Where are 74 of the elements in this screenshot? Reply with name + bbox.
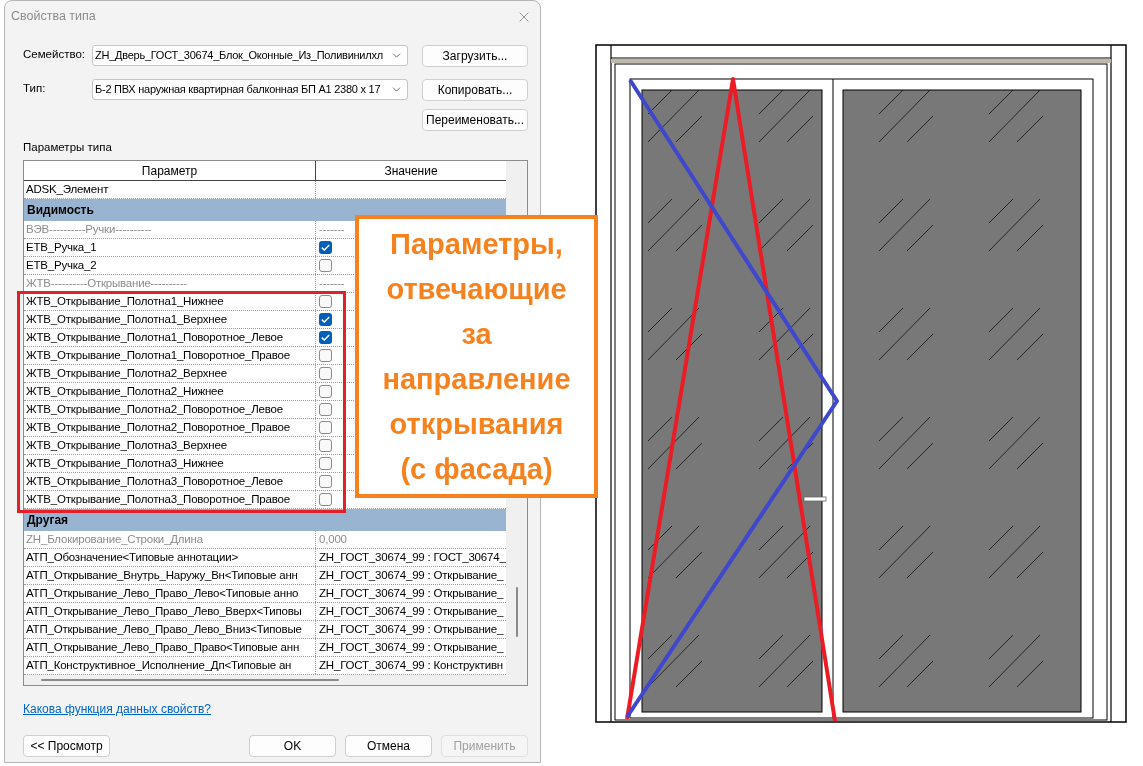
table-cell-text: ЖТВ_Открывание_Полотна3_Нижнее xyxy=(26,455,224,471)
field-label: Семейство: xyxy=(23,47,86,63)
table-cell-text: ЖТВ_Открывание_Полотна1_Поворотное_Правое xyxy=(26,347,290,363)
section-title: Параметры типа xyxy=(23,140,112,154)
checkbox[interactable] xyxy=(319,349,332,362)
checkbox[interactable] xyxy=(319,493,332,506)
table-cell-text: ЕТВ_Ручка_2 xyxy=(26,257,97,273)
table-cell-text: ЖТВ_Открывание_Полотна1_Нижнее xyxy=(26,293,224,309)
table-cell-text: АТП_Конструктивное_Исполнение_Дп<Типовые ан xyxy=(26,657,292,673)
table-cell-text: ЖТВ_Открывание_Полотна3_Верхнее xyxy=(26,437,227,453)
table-cell-text: ZH_ГОСТ_30674_99 : Конструктивн xyxy=(319,657,503,673)
rename-button[interactable]: Переименовать... xyxy=(422,109,528,131)
checkbox[interactable] xyxy=(319,403,332,416)
table-cell-text: ZH_ГОСТ_30674_99 : Открывание_ xyxy=(319,621,504,637)
checkbox[interactable] xyxy=(319,313,332,326)
checkmark-icon xyxy=(321,244,330,251)
checkmark-icon xyxy=(321,334,330,341)
preview-button[interactable]: << Просмотр xyxy=(23,735,110,757)
table-cell-text: ЖТВ_Открывание_Полотна3_Поворотное_Правое xyxy=(26,491,290,507)
scrollbar-thumb[interactable] xyxy=(515,587,518,637)
table-cell-text: АТП_Открывание_Лево_Право_Лево_Вверх<Типовы xyxy=(26,603,302,619)
window-title: Свойства типа xyxy=(11,8,96,26)
table-cell-text: ЖТВ_Открывание_Полотна1_Поворотное_Левое xyxy=(26,329,283,345)
checkbox[interactable] xyxy=(319,295,332,308)
table-cell-text: ZH_ГОСТ_30674_99 : Открывание_ xyxy=(319,603,504,619)
checkbox[interactable] xyxy=(319,439,332,452)
table-cell-text: ZH_ГОСТ_30674_99 : Открывание_ xyxy=(319,585,504,601)
column-header[interactable]: Параметр xyxy=(24,161,316,180)
table-cell-text: АТП_Открывание_Лево_Право_Лево<Типовые анно xyxy=(26,585,299,601)
checkbox[interactable] xyxy=(319,457,332,470)
load-button[interactable]: Загрузить... xyxy=(422,45,528,67)
table-cell-text: ZH_Блокирование_Строки_Длина xyxy=(26,531,203,547)
field-label: Тип: xyxy=(23,81,47,97)
ok-button[interactable]: OK xyxy=(249,735,336,757)
column-header[interactable]: Значение xyxy=(316,161,506,180)
group-title: Другая xyxy=(27,512,69,529)
group-band[interactable]: Другая xyxy=(24,509,506,531)
checkbox[interactable] xyxy=(319,475,332,488)
table-cell-text: ЖТВ_Открывание_Полотна2_Верхнее xyxy=(26,365,227,381)
callout-text: Параметры, отвечающие за направление открывания (с фасада) xyxy=(382,226,571,487)
checkbox[interactable] xyxy=(319,367,332,380)
copy-button[interactable]: Копировать... xyxy=(422,79,528,101)
table-cell-text: АТП_Открывание_Лево_Право_Право<Типовые анн xyxy=(26,639,300,655)
table-cell-text: ВЭВ----------Ручки---------- xyxy=(26,221,152,237)
table-cell-text: ЖТВ_Открывание_Полотна2_Нижнее xyxy=(26,383,224,399)
table-cell-text: ------- xyxy=(319,221,345,237)
group-title: Видимость xyxy=(27,202,94,219)
group-band[interactable]: Видимость xyxy=(24,199,506,221)
table-cell-text: ЕТВ_Ручка_1 xyxy=(26,239,97,255)
table-cell-text: АТП_Открывание_Внутрь_Наружу_Вн<Типовые анн xyxy=(26,567,298,583)
family-dropdown[interactable]: ZH_Дверь_ГОСТ_30674_Блок_Оконные_Из_Поливинилхл xyxy=(92,44,408,66)
table-cell-text: АТП_Открывание_Лево_Право_Лево_Вниз<Типовые xyxy=(26,621,302,637)
table-cell-text: ЖТВ----------Открывание---------- xyxy=(26,275,187,291)
cancel-button[interactable]: Отмена xyxy=(345,735,432,757)
table-cell-text: ADSK_Элемент xyxy=(26,181,109,197)
table-cell-text: ЖТВ_Открывание_Полотна3_Поворотное_Левое xyxy=(26,473,283,489)
table-cell-text: ZH_ГОСТ_30674_99 : Открывание_ xyxy=(319,639,504,655)
table-cell-text: АТП_Обозначение<Типовые аннотации> xyxy=(26,549,238,565)
help-link[interactable]: Какова функция данных свойств? xyxy=(23,702,212,716)
table-cell-text: ЖТВ_Открывание_Полотна1_Верхнее xyxy=(26,311,227,327)
checkbox[interactable] xyxy=(319,385,332,398)
checkbox[interactable] xyxy=(319,331,332,344)
table-cell-text: ZH_ГОСТ_30674_99 : Открывание_ xyxy=(319,567,504,583)
checkbox[interactable] xyxy=(319,241,332,254)
checkmark-icon xyxy=(321,316,330,323)
table-cell-text: 0,000 xyxy=(319,531,347,547)
table-cell-text: ЖТВ_Открывание_Полотна2_Поворотное_Правое xyxy=(26,419,290,435)
table-cell-text: ------- xyxy=(319,275,345,291)
checkbox[interactable] xyxy=(319,421,332,434)
checkbox[interactable] xyxy=(319,259,332,272)
table-cell-text: ЖТВ_Открывание_Полотна2_Поворотное_Левое xyxy=(26,401,283,417)
type-dropdown[interactable]: Б-2 ПВХ наружная квартирная балконная БП А1 2380 x 17 xyxy=(92,78,408,100)
table-cell-text: ZH_ГОСТ_30674_99 : ГОСТ_30674_ xyxy=(319,549,506,565)
scrollbar-thumb[interactable] xyxy=(41,679,339,681)
